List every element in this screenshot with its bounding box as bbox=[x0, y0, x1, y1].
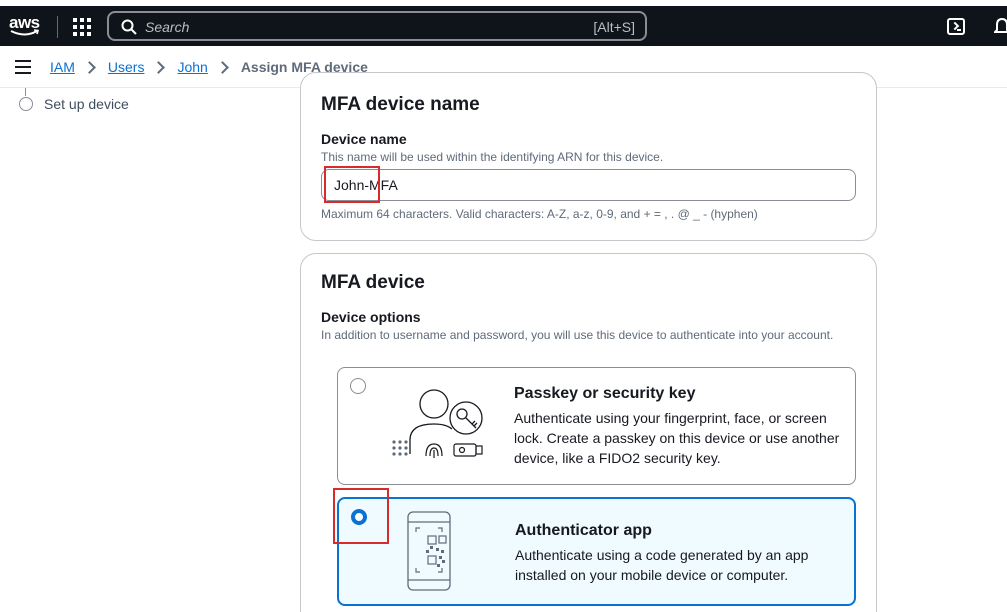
mfa-device-container: MFA device Device options In addition to… bbox=[300, 253, 877, 612]
chevron-right-icon bbox=[83, 60, 96, 74]
step-label-set-up-device: Set up device bbox=[44, 96, 129, 112]
breadcrumb-link-iam[interactable]: IAM bbox=[50, 59, 75, 75]
section-title: MFA device name bbox=[321, 94, 480, 115]
option-description-authenticator-app: Authenticate using a code generated by a… bbox=[515, 547, 809, 583]
nav-divider bbox=[57, 16, 58, 38]
aws-smile-icon bbox=[10, 29, 40, 36]
authenticator-app-illustration-icon bbox=[407, 511, 451, 591]
hamburger-menu-icon[interactable] bbox=[15, 60, 31, 74]
option-description-passkey: Authenticate using your fingerprint, fac… bbox=[514, 410, 840, 466]
device-name-description: This name will be used within the identi… bbox=[321, 150, 664, 164]
search-icon bbox=[121, 19, 137, 35]
search-input[interactable]: Search [Alt+S] bbox=[107, 11, 647, 41]
section-title: MFA device bbox=[321, 272, 425, 293]
cloudshell-icon[interactable] bbox=[947, 18, 965, 35]
step-connector bbox=[25, 88, 26, 96]
top-navigation-bar: aws Search [Alt+S] bbox=[0, 6, 1007, 46]
option-title-authenticator-app: Authenticator app bbox=[515, 522, 652, 539]
apps-grid-icon[interactable] bbox=[73, 18, 91, 36]
wizard-steps: Set up device bbox=[0, 88, 280, 612]
device-name-input[interactable] bbox=[321, 169, 856, 201]
step-circle-icon bbox=[19, 97, 33, 111]
option-tile-authenticator-app[interactable]: Authenticator app Authenticate using a c… bbox=[337, 497, 856, 606]
device-name-constraint: Maximum 64 characters. Valid characters:… bbox=[321, 207, 758, 221]
chevron-right-icon bbox=[215, 60, 229, 74]
passkey-illustration-icon bbox=[392, 389, 483, 458]
passkey-radio[interactable] bbox=[350, 378, 366, 394]
search-shortcut-hint: [Alt+S] bbox=[593, 19, 635, 35]
notifications-bell-icon[interactable] bbox=[994, 17, 1007, 35]
search-placeholder: Search bbox=[145, 19, 190, 35]
device-options-label: Device options bbox=[321, 309, 421, 325]
option-title-passkey: Passkey or security key bbox=[514, 385, 696, 402]
aws-logo[interactable]: aws bbox=[9, 14, 43, 40]
device-name-label: Device name bbox=[321, 131, 407, 147]
device-options-description: In addition to username and password, yo… bbox=[321, 328, 834, 342]
mfa-device-name-container: MFA device name Device name This name wi… bbox=[300, 72, 877, 241]
breadcrumb-link-users[interactable]: Users bbox=[108, 59, 145, 75]
option-tile-passkey[interactable]: Passkey or security key Authenticate usi… bbox=[337, 367, 856, 485]
authenticator-app-radio[interactable] bbox=[351, 509, 367, 525]
chevron-right-icon bbox=[152, 60, 166, 74]
breadcrumb-link-john[interactable]: John bbox=[177, 59, 207, 75]
